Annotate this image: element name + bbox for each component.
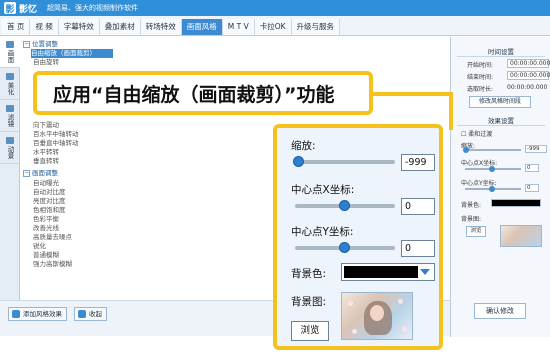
side-bg-color-select[interactable] xyxy=(491,199,541,207)
list-item[interactable]: 向下震动 xyxy=(33,121,59,130)
duration-label: 选取时长: xyxy=(467,86,494,93)
collapse-icon[interactable]: − xyxy=(23,40,30,48)
list-item[interactable]: 垂直转转 xyxy=(33,157,59,166)
side-zoom-input[interactable]: -999 xyxy=(525,145,547,153)
end-time-field[interactable]: 00:00:00.000 xyxy=(507,71,550,80)
list-item[interactable]: 水平转转 xyxy=(33,148,59,157)
side-cx-input[interactable]: 0 xyxy=(525,164,539,172)
collapse-icon[interactable]: − xyxy=(23,169,30,177)
list-item[interactable]: 色相饱和度 xyxy=(33,206,66,215)
callout-connector xyxy=(449,92,453,130)
app-name: 影忆 xyxy=(19,4,38,15)
beautify-icon xyxy=(6,72,14,80)
menu-bar: 首 页 视 频 字幕特效 叠加素材 转场特效 画面风格 M T V 卡拉OK 升… xyxy=(0,16,550,36)
settings-panel: 时间设置 开始时间: 00:00:00.000 结束时间: 00:00:00.0… xyxy=(450,37,550,337)
tab-transition[interactable]: 转场特效 xyxy=(140,19,182,35)
list-item[interactable]: 自由旋转 xyxy=(33,58,59,67)
list-item[interactable]: 高质量去噪点 xyxy=(33,233,72,242)
list-group-picture-adjust[interactable]: − 画面调整 xyxy=(23,169,58,178)
center-y-slider-knob[interactable] xyxy=(339,242,350,253)
side-cy-knob[interactable] xyxy=(489,186,495,192)
list-item[interactable]: 改善光线 xyxy=(33,224,59,233)
list-item[interactable]: 锐化 xyxy=(33,242,46,251)
side-bg-color-label: 背景色: xyxy=(461,202,482,209)
center-y-label: 中心点Y坐标: xyxy=(291,226,354,238)
tab-home[interactable]: 首 页 xyxy=(2,19,31,35)
app-logo-icon: 影 xyxy=(4,2,16,15)
center-x-slider-knob[interactable] xyxy=(339,200,350,211)
side-zoom-slider[interactable] xyxy=(465,149,521,151)
tab-upgrade[interactable]: 升级与服务 xyxy=(291,19,341,35)
side-bg-image-label: 背景图: xyxy=(461,216,482,223)
side-tab-beautify[interactable]: 美化 xyxy=(0,68,20,100)
side-tab-motion[interactable]: 动景 xyxy=(0,132,20,164)
browse-button[interactable]: 浏览 xyxy=(291,321,329,341)
bg-color-select[interactable] xyxy=(341,263,435,281)
start-time-label: 开始时间: xyxy=(467,62,494,69)
motion-icon xyxy=(6,136,14,144)
list-item[interactable]: 百垂直中轴转动 xyxy=(33,139,79,148)
side-cx-knob[interactable] xyxy=(489,166,495,172)
zoom-slider-knob[interactable] xyxy=(293,156,304,167)
add-style-button[interactable]: 添加风格效果 xyxy=(8,307,67,321)
collapse-button[interactable]: 收起 xyxy=(74,307,107,321)
list-item[interactable]: 百水平中轴转动 xyxy=(33,130,79,139)
add-icon xyxy=(12,310,20,318)
zoom-input[interactable]: -999 xyxy=(401,154,435,171)
list-item[interactable]: 自动曝光 xyxy=(33,179,59,188)
picture-icon xyxy=(6,40,14,48)
bg-color-label: 背景色: xyxy=(291,268,327,280)
center-x-input[interactable]: 0 xyxy=(401,198,435,215)
tab-picture-style[interactable]: 画面风格 xyxy=(181,19,223,35)
side-zoom-knob[interactable] xyxy=(463,147,469,153)
divider xyxy=(457,56,545,57)
list-item-free-zoom[interactable]: 自由缩放（画面裁剪） xyxy=(31,49,113,58)
callout-text: 应用“自由缩放（画面裁剪）”功能 xyxy=(53,84,335,106)
collapse-list-icon xyxy=(78,310,86,318)
list-item[interactable]: 亮度对比度 xyxy=(33,197,66,206)
tab-overlay[interactable]: 叠加素材 xyxy=(99,19,141,35)
duration-value: 00:00:00.000 xyxy=(507,84,548,91)
list-item[interactable]: 普通模糊 xyxy=(33,251,59,260)
side-background-thumbnail xyxy=(500,225,542,247)
list-item[interactable]: 自动对比度 xyxy=(33,188,66,197)
end-time-label: 结束时间: xyxy=(467,74,494,81)
background-image-thumbnail xyxy=(341,292,413,340)
divider xyxy=(457,125,545,126)
center-x-label: 中心点X坐标: xyxy=(291,184,355,196)
bg-image-label: 背景图: xyxy=(291,296,327,308)
center-y-input[interactable]: 0 xyxy=(401,240,435,257)
app-subtitle: 超简易、强大的视频制作软件 xyxy=(47,4,139,12)
callout-connector xyxy=(373,92,453,96)
tab-video[interactable]: 视 频 xyxy=(30,19,59,35)
zoomed-settings-panel: 缩放: -999 中心点X坐标: 0 中心点Y坐标: 0 背景色: 背景图: 浏… xyxy=(273,124,443,350)
side-browse-button[interactable]: 浏览 xyxy=(466,226,486,237)
tab-mtv[interactable]: M T V xyxy=(222,19,255,35)
side-tabs: 画面 美化 滤镜 动景 xyxy=(0,36,20,336)
tab-subtitle-effects[interactable]: 字幕特效 xyxy=(58,19,100,35)
effect-section-title: 效果设置 xyxy=(488,117,514,125)
title-bar: 影 影忆 超简易、强大的视频制作软件 xyxy=(0,0,550,16)
callout-banner: 应用“自由缩放（画面裁剪）”功能 xyxy=(33,71,373,115)
list-item[interactable]: 强力高斯模糊 xyxy=(33,260,72,269)
side-tab-picture[interactable]: 画面 xyxy=(0,36,20,68)
chevron-down-icon xyxy=(420,269,430,275)
side-cy-input[interactable]: 0 xyxy=(525,184,539,192)
tab-karaoke[interactable]: 卡拉OK xyxy=(254,19,292,35)
start-time-field[interactable]: 00:00:00.000 xyxy=(507,59,550,68)
filter-icon xyxy=(6,104,14,112)
soft-transition-checkbox[interactable]: ☐ 柔和过渡 xyxy=(461,129,492,138)
list-item[interactable]: 色彩平衡 xyxy=(33,215,59,224)
confirm-button[interactable]: 确认修改 xyxy=(474,303,526,319)
zoom-slider[interactable] xyxy=(295,160,395,164)
side-tab-filter[interactable]: 滤镜 xyxy=(0,100,20,132)
modify-time-range-button[interactable]: 修改风格时间段 xyxy=(469,96,531,108)
bg-color-swatch xyxy=(344,266,418,278)
time-section-title: 时间设置 xyxy=(488,48,514,56)
list-group-position[interactable]: − 位置调整 xyxy=(23,40,58,49)
zoom-label: 缩放: xyxy=(291,140,316,152)
